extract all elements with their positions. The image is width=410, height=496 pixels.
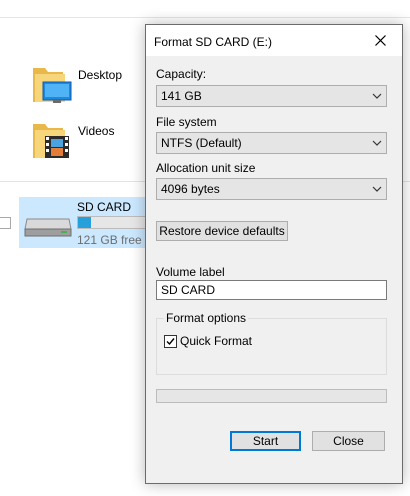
file-system-select[interactable]: NTFS (Default) <box>156 132 387 154</box>
close-icon[interactable] <box>358 25 402 56</box>
close-button[interactable]: Close <box>312 431 385 451</box>
format-options-label: Format options <box>164 311 249 325</box>
explorer-divider-top <box>0 17 410 18</box>
quick-format-checkbox[interactable] <box>164 334 177 348</box>
drive-usage-fill <box>78 217 91 228</box>
folder-name: Videos <box>78 124 115 138</box>
allocation-select[interactable]: 4096 bytes <box>156 178 387 200</box>
folder-desktop[interactable]: Desktop <box>33 64 143 114</box>
allocation-value: 4096 bytes <box>161 182 220 196</box>
chevron-down-icon <box>372 183 382 197</box>
start-button[interactable]: Start <box>230 431 301 451</box>
capacity-select[interactable]: 141 GB <box>156 85 387 107</box>
volume-label-value: SD CARD <box>161 283 216 297</box>
format-progress-bar <box>156 389 387 403</box>
file-system-label: File system <box>156 115 217 129</box>
quick-format-label: Quick Format <box>180 334 253 348</box>
volume-label-input[interactable]: SD CARD <box>156 280 387 300</box>
allocation-label: Allocation unit size <box>156 161 256 175</box>
capacity-value: 141 GB <box>161 89 202 103</box>
restore-defaults-button[interactable]: Restore device defaults <box>156 221 288 241</box>
capacity-label: Capacity: <box>156 67 207 81</box>
file-system-value: NTFS (Default) <box>161 136 242 150</box>
dialog-title: Format SD CARD (E:) <box>154 35 273 49</box>
folder-name: Desktop <box>78 68 123 82</box>
volume-label-caption: Volume label <box>156 265 225 279</box>
chevron-down-icon <box>372 137 382 151</box>
format-options-group: Format options Quick Format <box>156 311 387 375</box>
dialog-titlebar[interactable]: Format SD CARD (E:) <box>146 25 402 56</box>
folder-videos[interactable]: Videos <box>33 120 143 170</box>
drive-icon <box>23 215 73 240</box>
desktop-folder-icon <box>33 64 73 104</box>
videos-folder-icon <box>33 120 73 160</box>
format-dialog: Format SD CARD (E:) Capacity: 141 GB Fil… <box>145 24 403 484</box>
quick-format-option[interactable]: Quick Format <box>164 334 252 348</box>
chevron-down-icon <box>372 90 382 104</box>
drive-sd-card[interactable]: SD CARD (E:) 121 GB free of 141 GB <box>19 197 199 248</box>
left-pane-edge <box>0 217 11 229</box>
